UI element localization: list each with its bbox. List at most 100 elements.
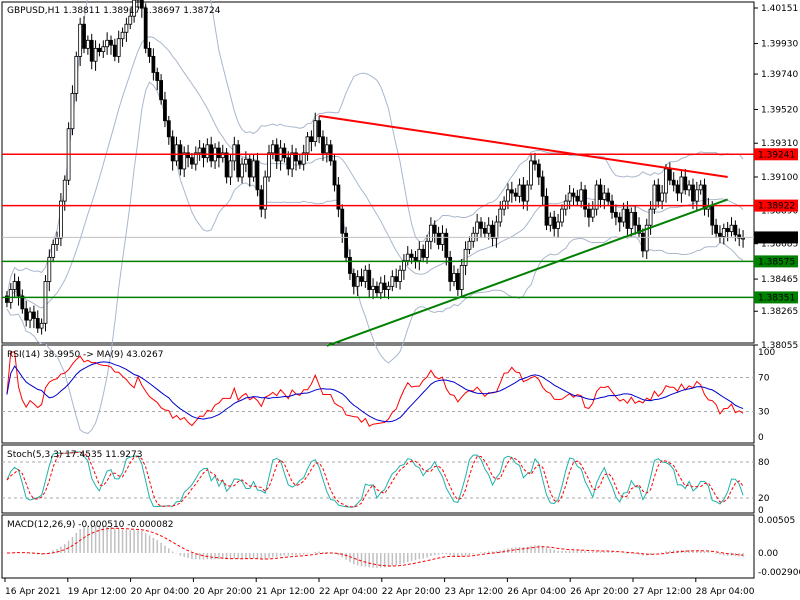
bull-candle xyxy=(687,184,692,191)
bear-candle xyxy=(24,308,29,321)
price-tick-label: 1.40151 xyxy=(761,4,798,14)
bull-candle xyxy=(698,184,703,191)
bull-candle xyxy=(290,152,295,170)
bull-candle xyxy=(629,211,634,229)
bull-candle xyxy=(70,92,75,130)
bull-candle xyxy=(417,248,422,261)
bear-candle xyxy=(97,47,102,52)
time-tick-label: 26 Apr 20:00 xyxy=(570,587,629,597)
bull-candle xyxy=(664,168,668,194)
bear-candle xyxy=(513,192,518,197)
bear-candle xyxy=(536,163,541,178)
bear-candle xyxy=(375,285,379,294)
bear-candle xyxy=(155,72,160,81)
bull-candle xyxy=(28,311,32,321)
bear-candle xyxy=(190,157,194,165)
bear-candle xyxy=(490,224,495,239)
bear-candle xyxy=(421,248,426,258)
macd-title: MACD(12,26,9) -0.000510 -0.000082 xyxy=(7,520,173,530)
bear-candle xyxy=(640,232,645,252)
bear-candle xyxy=(89,39,94,62)
bear-candle xyxy=(35,318,40,329)
bear-candle xyxy=(170,136,175,162)
bear-candle xyxy=(394,276,399,282)
bull-candle xyxy=(305,136,310,154)
bear-candle xyxy=(255,160,260,191)
bear-candle xyxy=(587,208,591,218)
bull-candle xyxy=(579,189,584,202)
stoch-tick-label: 0 xyxy=(758,506,764,516)
bull-candle xyxy=(85,39,90,49)
bull-candle xyxy=(506,189,510,202)
bear-candle xyxy=(714,224,718,234)
bear-candle xyxy=(552,216,557,229)
bear-candle xyxy=(667,168,672,181)
bull-candle xyxy=(197,147,202,154)
rsi-tick-label: 70 xyxy=(758,374,770,384)
bull-candle xyxy=(556,221,560,229)
bear-candle xyxy=(282,147,287,159)
bull-candle xyxy=(313,120,318,143)
time-tick-label: 27 Apr 12:00 xyxy=(633,587,692,597)
bear-candle xyxy=(359,276,364,282)
bear-candle xyxy=(382,282,387,290)
time-tick-label: 23 Apr 12:00 xyxy=(445,587,504,597)
time-tick-label: 20 Apr 04:00 xyxy=(131,587,190,597)
rsi-tick-label: 100 xyxy=(758,348,775,358)
bear-candle xyxy=(540,176,545,197)
bull-candle xyxy=(378,282,383,294)
bear-candle xyxy=(344,232,348,258)
bear-candle xyxy=(671,179,676,186)
bull-candle xyxy=(729,224,734,233)
bull-candle xyxy=(602,192,607,200)
stoch-tick-label: 20 xyxy=(758,494,770,504)
bull-candle xyxy=(660,192,665,202)
level-price-label: 1.38351 xyxy=(758,293,795,303)
bull-candle xyxy=(8,289,13,303)
current-price-label: 1.38724 xyxy=(758,233,795,243)
bull-candle xyxy=(398,269,402,282)
level-price-label: 1.38575 xyxy=(758,257,795,267)
bull-candle xyxy=(251,160,256,178)
bull-candle xyxy=(425,240,429,258)
bull-candle xyxy=(567,192,572,202)
bull-candle xyxy=(324,144,329,154)
bull-candle xyxy=(128,15,133,25)
rsi-title: RSI(14) 38.9950 -> MA(9) 43.0267 xyxy=(7,350,163,360)
bull-candle xyxy=(58,200,63,239)
bull-candle xyxy=(93,47,98,62)
time-tick-label: 22 Apr 04:00 xyxy=(319,587,378,597)
trading-chart[interactable]: 1.40151 1.39930 1.39740 1.39520 1.39310 1.391… xyxy=(0,0,800,600)
bear-candle xyxy=(321,136,325,154)
stoch-title: Stoch(5,3,3) 17.4535 11.9273 xyxy=(7,450,142,460)
bear-candle xyxy=(367,269,372,290)
bear-candle xyxy=(247,158,252,178)
bull-candle xyxy=(721,228,726,237)
bull-candle xyxy=(267,152,271,178)
bull-candle xyxy=(270,144,275,154)
bull-candle xyxy=(12,281,17,290)
bear-candle xyxy=(575,195,580,202)
bear-candle xyxy=(710,205,715,226)
bear-candle xyxy=(617,216,622,223)
bear-candle xyxy=(201,147,206,159)
bear-candle xyxy=(209,144,214,162)
time-tick-label: 28 Apr 04:00 xyxy=(696,587,755,597)
bull-candle xyxy=(101,46,106,52)
bull-candle xyxy=(263,176,268,210)
symbol-header: GBPUSD,H1 1.38811 1.38917 1.38697 1.3872… xyxy=(7,6,221,16)
bear-candle xyxy=(509,189,514,194)
bull-candle xyxy=(560,208,564,223)
bull-candle xyxy=(371,285,375,290)
macd-tick-label: 0.00 xyxy=(758,549,778,559)
bear-candle xyxy=(613,211,618,218)
bull-candle xyxy=(741,237,745,240)
bull-candle xyxy=(205,144,210,159)
bull-candle xyxy=(648,208,653,226)
rsi-tick-label: 30 xyxy=(758,408,770,418)
price-tick-label: 1.39520 xyxy=(761,105,798,115)
bear-candle xyxy=(625,208,630,229)
bull-candle xyxy=(228,160,233,178)
bear-candle xyxy=(328,144,333,162)
bear-candle xyxy=(409,253,414,258)
